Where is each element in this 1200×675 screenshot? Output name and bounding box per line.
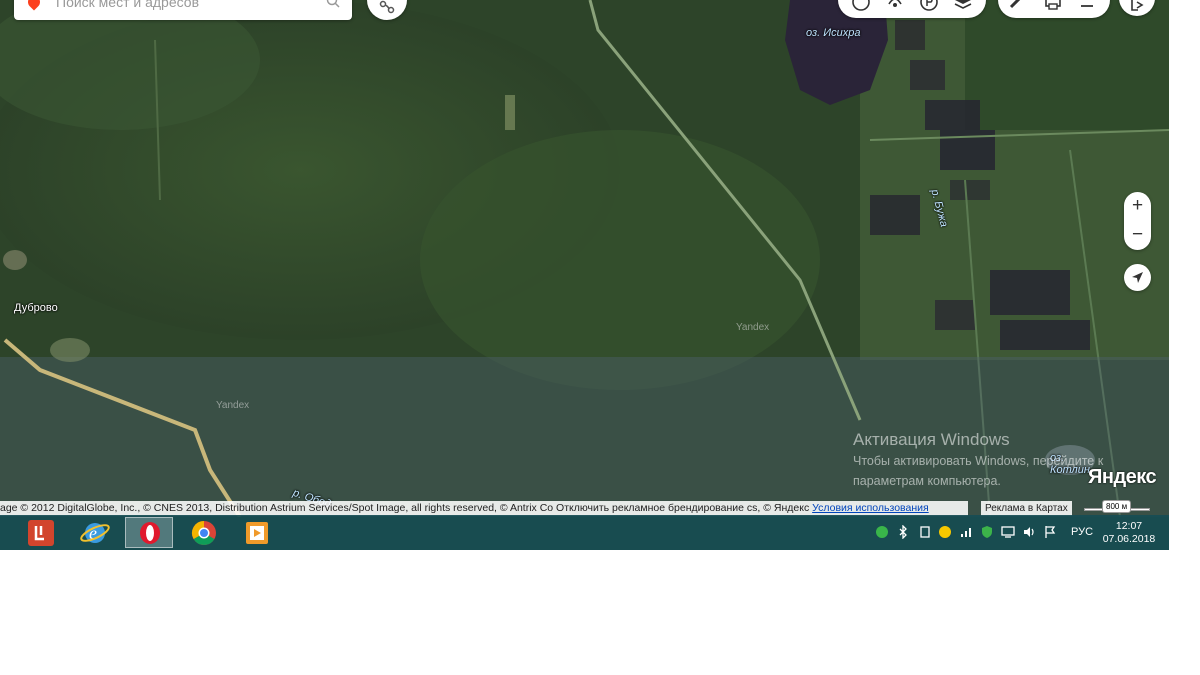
monitor-icon[interactable] <box>1001 525 1015 539</box>
bluetooth-icon[interactable] <box>896 525 910 539</box>
yandex-disk-icon[interactable] <box>938 525 952 539</box>
yandex-browser-icon[interactable] <box>16 517 64 548</box>
copyright-bar: age © 2012 DigitalGlobe, Inc., © CNES 20… <box>0 501 968 516</box>
lake-label: оз. Исихра <box>806 27 861 39</box>
disable-branding-link[interactable]: Отключить рекламное брендирование <box>556 502 744 514</box>
ad-link[interactable]: Реклама в Картах <box>981 501 1072 516</box>
device-icon[interactable] <box>918 525 932 539</box>
geolocation-button[interactable] <box>1124 264 1151 291</box>
menu-icon[interactable] <box>1076 0 1098 12</box>
windows-activation-watermark: Активация Windows Чтобы активировать Win… <box>853 430 1103 490</box>
login-icon <box>1131 0 1144 11</box>
system-clock[interactable]: 12:07 07.06.2018 <box>1098 520 1160 546</box>
location-arrow-icon <box>1132 272 1143 283</box>
copyright-text: age © 2012 DigitalGlobe, Inc., © CNES 20… <box>0 502 554 514</box>
windows-taskbar: e РУС 12:07 07.06.2018 <box>0 515 1169 550</box>
screen: оз. Исихра р. Бужа Дуброво р. Обод оз. К… <box>0 0 1169 550</box>
volume-icon[interactable] <box>1022 525 1036 539</box>
zoom-out-button[interactable]: − <box>1124 221 1151 249</box>
map-actions-group <box>998 0 1110 18</box>
ruler-icon[interactable] <box>1006 0 1028 12</box>
action-center-flag-icon[interactable] <box>1043 525 1057 539</box>
search-box[interactable]: Поиск мест и адресов <box>14 0 352 20</box>
map-tools-group <box>838 0 986 18</box>
terms-link[interactable]: Условия использования <box>812 502 929 514</box>
shield-icon[interactable] <box>980 525 994 539</box>
map-watermark: Yandex <box>216 400 250 411</box>
scale-label: 800 м <box>1102 500 1132 513</box>
activation-line: Чтобы активировать Windows, перейдите к <box>853 454 1104 468</box>
activation-line: параметрам компьютера. <box>853 474 1001 488</box>
clock-time: 12:07 <box>1115 520 1143 532</box>
copyright-tail: cs, © Яндекс <box>746 502 810 514</box>
zoom-in-button[interactable]: + <box>1124 192 1151 220</box>
panorama-icon[interactable] <box>850 0 872 12</box>
layers-icon[interactable] <box>952 0 974 12</box>
traffic-icon[interactable] <box>884 0 906 12</box>
language-indicator[interactable]: РУС <box>1071 526 1093 538</box>
yandex-logo: Яндекс <box>1088 466 1157 488</box>
parking-icon[interactable] <box>918 0 940 12</box>
scale-bar: 800 м <box>1084 500 1150 516</box>
village-label: Дуброво <box>14 302 58 314</box>
opera-icon[interactable] <box>125 517 173 548</box>
media-player-icon[interactable] <box>233 517 281 548</box>
network-app-icon[interactable] <box>875 525 889 539</box>
chrome-icon[interactable] <box>180 517 228 548</box>
map-watermark: Yandex <box>736 322 770 333</box>
print-icon[interactable] <box>1042 0 1064 12</box>
internet-explorer-icon[interactable]: e <box>71 517 119 548</box>
yandex-pin-icon <box>25 0 43 11</box>
search-input[interactable]: Поиск мест и адресов <box>56 0 199 10</box>
signal-icon[interactable] <box>959 525 973 539</box>
search-icon[interactable] <box>326 0 340 8</box>
route-icon <box>379 0 395 14</box>
zoom-control: + − <box>1124 192 1151 250</box>
clock-date: 07.06.2018 <box>1102 533 1156 545</box>
activation-title: Активация Windows <box>853 430 1010 449</box>
